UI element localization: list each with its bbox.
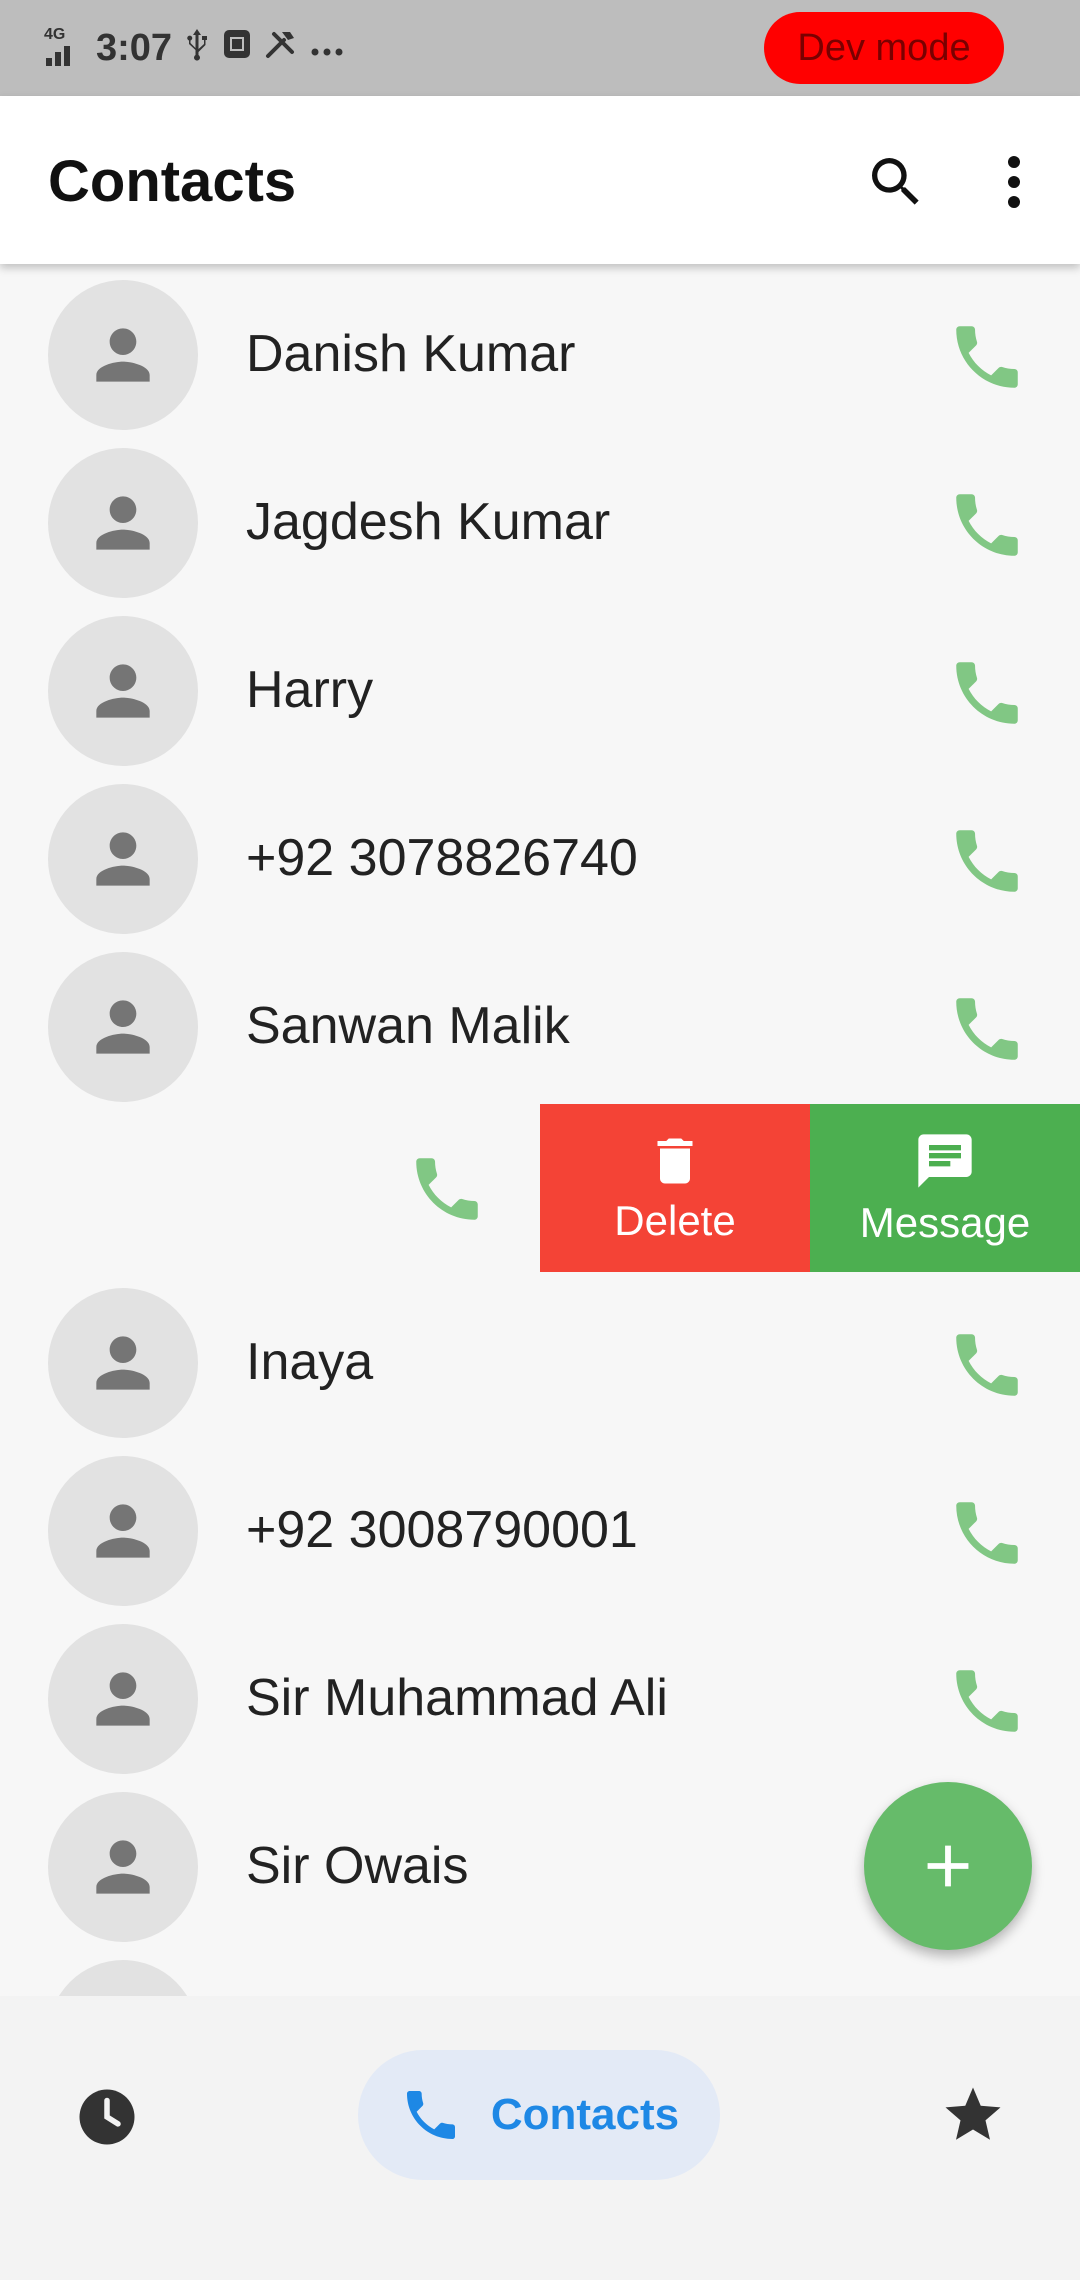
message-icon [918,1134,972,1188]
phone-icon [956,1334,1018,1396]
phone-icon [956,662,1018,724]
dev-mode-badge: Dev mode [764,12,1004,84]
contact-name: Danish Kumar [246,325,576,383]
nav-contacts[interactable]: Contacts [358,2050,720,2180]
person-icon [96,664,150,718]
avatar [48,1792,198,1942]
avatar [48,448,198,598]
status-bar: 4G 3:07 Dev mode [0,0,1080,96]
person-icon [96,1504,150,1558]
contact-row[interactable]: Jagdesh Kumar [0,440,1080,608]
nav-recents[interactable] [74,2084,140,2150]
clock-icon [79,2089,135,2145]
contact-row[interactable]: Sir Muhammad Ali [0,1616,1080,1784]
person-icon [96,496,150,550]
contact-row[interactable]: Danish Kumar [0,272,1080,440]
call-button[interactable] [406,1148,488,1230]
message-action-button[interactable]: Message [810,1104,1080,1272]
avatar [48,616,198,766]
person-icon [96,328,150,382]
tools-icon [264,28,298,68]
call-button[interactable] [946,652,1028,734]
phone-icon [956,998,1018,1060]
person-icon [96,1336,150,1390]
add-contact-button[interactable] [864,1782,1032,1950]
app-bar: Contacts [0,96,1080,264]
call-button[interactable] [946,820,1028,902]
call-button[interactable] [946,1492,1028,1574]
avatar [48,280,198,430]
trash-icon [657,1138,693,1184]
call-button[interactable] [946,1324,1028,1406]
nav-contacts-label: Contacts [490,2090,680,2139]
more-vert-icon [1008,156,1020,208]
call-button[interactable] [946,1660,1028,1742]
contact-row[interactable]: Sanwan Malik [0,944,1080,1112]
avatar [48,952,198,1102]
contact-row[interactable]: +92 3008790001 [0,1448,1080,1616]
avatar [48,1456,198,1606]
signal-icon: 4G [44,26,84,70]
overflow-menu-button[interactable] [990,150,1038,214]
usb-icon [184,27,210,69]
contact-row[interactable]: Inaya [0,1280,1080,1448]
avatar [48,1624,198,1774]
contact-row-swiped[interactable]: Delete Message [0,1104,1080,1272]
search-button[interactable] [864,150,928,214]
phone-icon [956,326,1018,388]
contact-name: Inaya [246,1333,374,1391]
clock: 3:07 [96,26,173,69]
star-icon [945,2087,1001,2140]
phone-icon [416,1158,478,1220]
contact-row[interactable]: +92 3078826740 [0,776,1080,944]
person-icon [96,1000,150,1054]
delete-label: Delete [614,1197,736,1244]
contact-name: Sanwan Malik [246,997,570,1055]
avatar [48,1288,198,1438]
contact-row[interactable]: Harry [0,608,1080,776]
contact-name: Harry [246,661,374,719]
status-icons: 4G 3:07 [44,26,344,70]
contact-name: Sir Muhammad Ali [246,1669,668,1727]
contact-list[interactable]: Danish Kumar Jagdesh Kumar Harry +92 307… [0,264,1080,1996]
avatar [48,1960,198,1996]
call-button[interactable] [946,988,1028,1070]
delete-action-button[interactable]: Delete [540,1104,810,1272]
person-icon [96,1840,150,1894]
bottom-navigation: Contacts [0,1996,1080,2280]
person-icon [96,1672,150,1726]
page-title: Contacts [48,149,297,214]
nav-favorites[interactable] [940,2082,1006,2148]
avatar [48,784,198,934]
contact-name: +92 3008790001 [246,1501,638,1559]
phone-icon [956,1670,1018,1732]
message-label: Message [859,1199,1031,1246]
phone-icon [956,494,1018,556]
contact-name: Jagdesh Kumar [246,493,611,551]
contact-name: Sir Owais [246,1837,469,1895]
phone-icon [406,2091,455,2139]
contact-row[interactable] [0,1952,1080,1996]
sim-icon [222,28,252,68]
more-dots-icon [310,31,344,65]
person-icon [96,832,150,886]
search-icon [872,158,919,205]
call-button[interactable] [946,484,1028,566]
call-button[interactable] [946,316,1028,398]
phone-icon [956,1502,1018,1564]
phone-icon [956,830,1018,892]
contact-name: +92 3078826740 [246,829,638,887]
plus-icon [927,1845,969,1887]
network-type: 4G [44,26,66,43]
